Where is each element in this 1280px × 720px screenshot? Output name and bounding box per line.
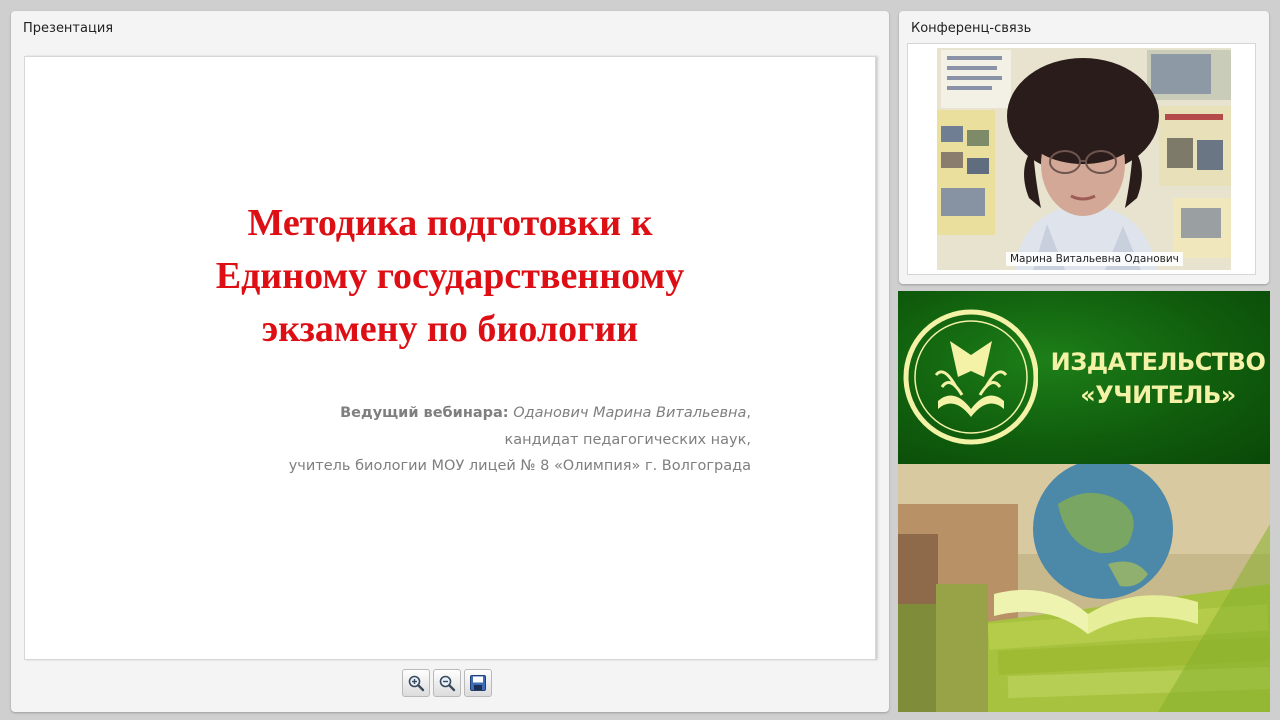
presentation-panel-title: Презентация bbox=[23, 21, 114, 36]
publisher-name-line: «УЧИТЕЛЬ» bbox=[1080, 381, 1236, 409]
speaker-name-label: Марина Витальевна Оданович bbox=[1006, 252, 1183, 266]
slide-title-line: экзамену по биологии bbox=[261, 308, 639, 350]
conference-panel-title: Конференц-связь bbox=[911, 21, 1032, 36]
conference-panel: Конференц-связь Марина Витальевна Оданов… bbox=[899, 11, 1269, 284]
save-icon bbox=[470, 675, 486, 691]
zoom-in-button[interactable] bbox=[402, 669, 430, 697]
slide: Методика подготовки к Единому государств… bbox=[24, 56, 876, 660]
save-button[interactable] bbox=[464, 669, 492, 697]
slide-host-line: Ведущий вебинара: Оданович Марина Виталь… bbox=[289, 400, 751, 427]
host-position: учитель биологии МОУ лицей № 8 «Олимпия»… bbox=[288, 458, 751, 474]
host-degree: кандидат педагогических наук, bbox=[504, 431, 751, 448]
presentation-toolbar bbox=[402, 669, 492, 699]
presentation-panel: Презентация Методика подготовки к Едином… bbox=[11, 11, 889, 712]
host-name: Оданович Марина Витальевна bbox=[513, 405, 747, 421]
host-comma: , bbox=[746, 405, 751, 421]
speaker-video-image bbox=[937, 48, 1231, 270]
publisher-name-line: ИЗДАТЕЛЬСТВО bbox=[1050, 348, 1266, 376]
zoom-out-icon bbox=[439, 675, 456, 692]
slide-title-line: Единому государственному bbox=[215, 255, 685, 297]
zoom-out-button[interactable] bbox=[433, 669, 461, 697]
globe-books-image bbox=[898, 464, 1270, 712]
slide-title-line: Методика подготовки к bbox=[247, 202, 653, 244]
host-label: Ведущий вебинара: bbox=[340, 405, 509, 421]
zoom-in-icon bbox=[408, 675, 425, 692]
publisher-logo-icon bbox=[903, 309, 1038, 445]
publisher-banner-image bbox=[898, 464, 1270, 712]
slide-host-info: Ведущий вебинара: Оданович Марина Виталь… bbox=[289, 400, 751, 480]
publisher-name: ИЗДАТЕЛЬСТВО «УЧИТЕЛЬ» bbox=[1038, 346, 1270, 412]
publisher-banner: ИЗДАТЕЛЬСТВО «УЧИТЕЛЬ» bbox=[898, 291, 1270, 712]
speaker-video[interactable]: Марина Витальевна Оданович bbox=[907, 43, 1256, 275]
video-frame: Марина Витальевна Оданович bbox=[937, 48, 1231, 270]
slide-title: Методика подготовки к Единому государств… bbox=[25, 197, 875, 356]
publisher-banner-header: ИЗДАТЕЛЬСТВО «УЧИТЕЛЬ» bbox=[898, 291, 1270, 464]
